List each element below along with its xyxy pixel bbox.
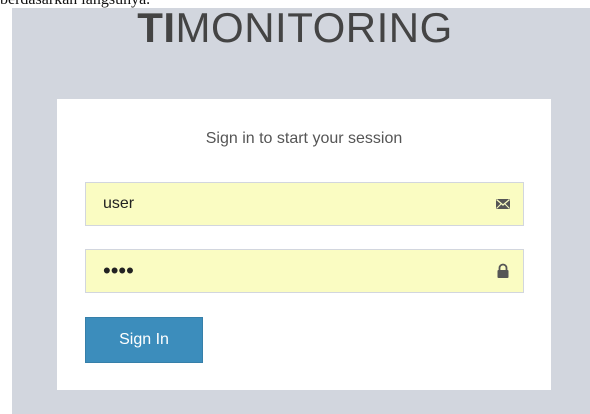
- logo-regular-part: MONITORING: [175, 4, 453, 51]
- envelope-icon: [496, 199, 510, 209]
- sign-in-button[interactable]: Sign In: [85, 317, 203, 363]
- username-input[interactable]: [86, 183, 523, 225]
- logo-bold-part: TI: [137, 4, 176, 51]
- app-logo: TIMONITORING: [0, 4, 590, 52]
- login-box: Sign in to start your session Sign In: [57, 99, 551, 390]
- username-field[interactable]: [85, 182, 524, 226]
- login-box-message: Sign in to start your session: [205, 130, 403, 147]
- lock-icon: [497, 263, 509, 278]
- password-field[interactable]: [85, 249, 524, 293]
- password-input[interactable]: [86, 250, 523, 292]
